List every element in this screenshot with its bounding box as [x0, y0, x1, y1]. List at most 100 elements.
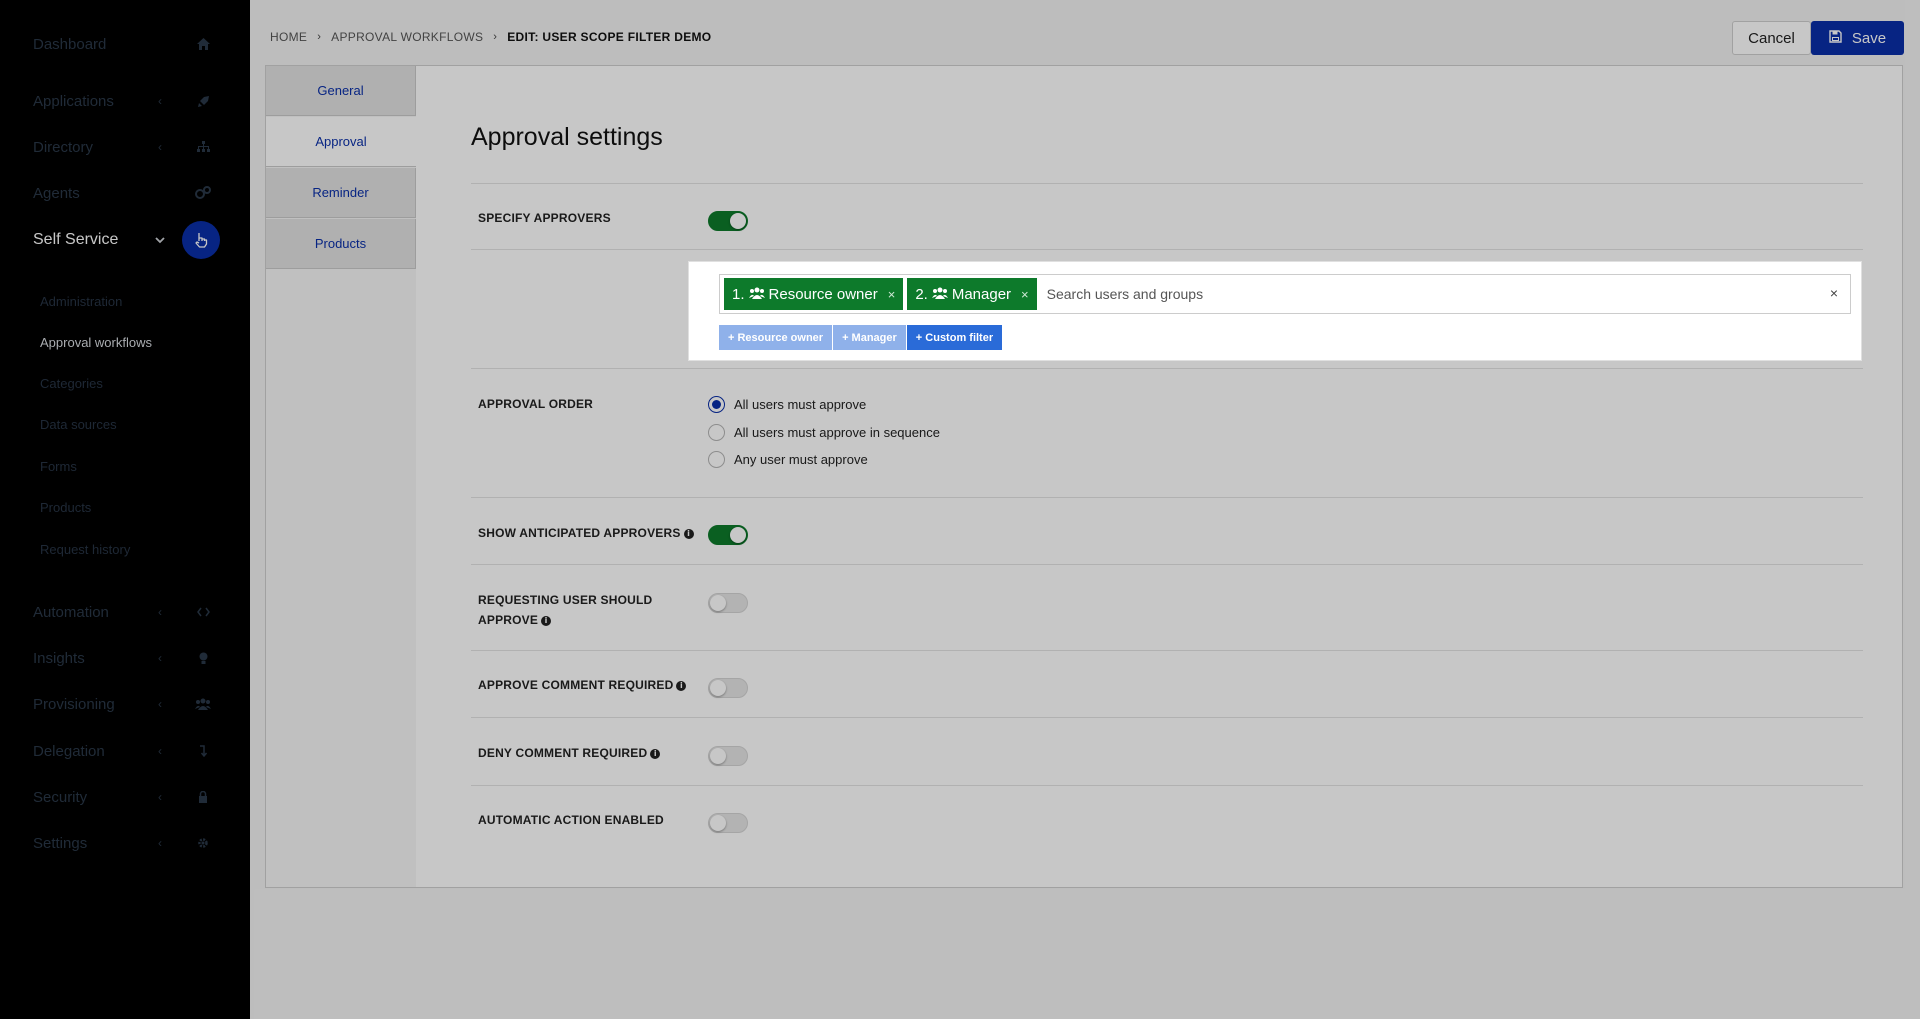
nav-item-insights[interactable]: Insights ‹ — [33, 643, 233, 673]
radio-label: All users must approve — [734, 397, 867, 412]
approval-order-label: APPROVAL ORDER — [478, 397, 594, 411]
tag-label: Manager — [951, 285, 1012, 303]
clear-icon[interactable]: × — [1830, 285, 1838, 301]
approver-selector: 1. Resource owner × 2. Manager × Search … — [688, 261, 1862, 361]
divider — [471, 183, 1863, 184]
divider — [471, 785, 1863, 786]
nav-item-applications[interactable]: Applications ‹ — [33, 86, 233, 116]
page-title: Approval settings — [471, 123, 663, 151]
save-label: Save — [1851, 29, 1887, 47]
radio-any-user-must-approve[interactable]: Any user must approve — [708, 451, 868, 468]
cancel-button[interactable]: Cancel — [1732, 21, 1811, 55]
level-down-icon — [193, 741, 213, 761]
remove-tag-icon[interactable]: × — [1021, 287, 1029, 302]
users-icon — [931, 287, 948, 302]
save-button[interactable]: Save — [1811, 21, 1904, 55]
chevron-right-icon: › — [493, 31, 498, 43]
info-icon[interactable]: i — [683, 529, 694, 539]
sidebar-sub-request-history[interactable]: Request history — [40, 542, 130, 557]
nav-item-provisioning[interactable]: Provisioning ‹ — [33, 689, 233, 719]
nav-item-dashboard[interactable]: Dashboard — [33, 29, 233, 59]
nav-item-agents[interactable]: Agents — [33, 178, 233, 208]
gear-icon — [193, 833, 213, 853]
add-manager-button[interactable]: + Manager — [833, 325, 906, 350]
chevron-left-icon: ‹ — [158, 94, 162, 108]
tab-products[interactable]: Products — [266, 219, 416, 269]
specify-approvers-toggle[interactable] — [708, 211, 748, 231]
chevron-down-icon — [153, 233, 167, 247]
tab-general[interactable]: General — [266, 66, 416, 116]
nav-item-delegation[interactable]: Delegation ‹ — [33, 736, 233, 766]
lock-icon — [193, 787, 213, 807]
requesting-user-approve-toggle[interactable] — [708, 593, 748, 613]
tag-index: 1. — [732, 285, 745, 303]
users-icon — [193, 694, 213, 714]
divider — [471, 249, 1863, 250]
approver-tag: 1. Resource owner × — [724, 278, 904, 310]
add-custom-filter-button[interactable]: + Custom filter — [906, 325, 1003, 350]
divider — [471, 650, 1863, 651]
users-icon — [748, 287, 765, 302]
radio-label: Any user must approve — [734, 452, 868, 467]
divider — [471, 564, 1863, 565]
breadcrumb-home[interactable]: HOME — [270, 30, 307, 44]
chevron-left-icon: ‹ — [158, 744, 162, 758]
label-line-2: APPROVE — [478, 613, 539, 627]
info-icon[interactable]: i — [676, 681, 687, 691]
lightbulb-icon — [193, 648, 213, 668]
radio-button[interactable] — [708, 451, 725, 468]
requesting-user-approve-label: REQUESTING USER SHOULD APPROVE i — [478, 590, 652, 630]
chevron-left-icon: ‹ — [158, 605, 162, 619]
sidebar-sub-products[interactable]: Products — [40, 500, 91, 515]
main-area: HOME › APPROVAL WORKFLOWS › EDIT: USER S… — [250, 0, 1920, 1019]
approve-comment-required-label: APPROVE COMMENT REQUIRED i — [478, 675, 687, 695]
automatic-action-enabled-label: AUTOMATIC ACTION ENABLED — [478, 813, 664, 827]
approver-tag-input[interactable]: 1. Resource owner × 2. Manager × Search … — [719, 274, 1851, 314]
code-icon — [193, 602, 213, 622]
sidebar: Dashboard Applications ‹ Directory ‹ Age… — [0, 0, 250, 1019]
approve-comment-required-toggle[interactable] — [708, 678, 748, 698]
tag-label: Resource owner — [768, 285, 878, 303]
label-line-1: REQUESTING USER SHOULD — [478, 593, 653, 607]
tag-index: 2. — [915, 285, 928, 303]
tab-reminder[interactable]: Reminder — [266, 168, 416, 218]
floppy-disk-icon — [1829, 29, 1842, 47]
radio-button[interactable] — [708, 424, 725, 441]
breadcrumb-current: EDIT: USER SCOPE FILTER DEMO — [507, 30, 712, 44]
sitemap-icon — [193, 137, 213, 157]
nav-item-self-service[interactable]: Self Service — [33, 221, 233, 259]
show-anticipated-approvers-toggle[interactable] — [708, 525, 748, 545]
workflow-panel: General Approval Reminder Products Appro… — [265, 65, 1903, 888]
sidebar-sub-categories[interactable]: Categories — [40, 376, 103, 391]
chevron-left-icon: ‹ — [158, 836, 162, 850]
radio-button[interactable] — [708, 396, 725, 413]
chevron-left-icon: ‹ — [158, 790, 162, 804]
automatic-action-enabled-toggle[interactable] — [708, 813, 748, 833]
radio-approve-in-sequence[interactable]: All users must approve in sequence — [708, 424, 940, 441]
tab-approval[interactable]: Approval — [266, 117, 429, 167]
sidebar-sub-data-sources[interactable]: Data sources — [40, 417, 117, 432]
nav-item-directory[interactable]: Directory ‹ — [33, 132, 233, 162]
chevron-right-icon: › — [317, 31, 322, 43]
search-users-input[interactable]: Search users and groups — [1047, 286, 1203, 302]
home-icon — [193, 34, 213, 54]
breadcrumb: HOME › APPROVAL WORKFLOWS › EDIT: USER S… — [270, 30, 711, 44]
info-icon[interactable]: i — [541, 616, 552, 626]
hand-pointer-icon — [182, 221, 220, 259]
add-resource-owner-button[interactable]: + Resource owner — [719, 325, 833, 350]
radio-label: All users must approve in sequence — [734, 425, 940, 440]
remove-tag-icon[interactable]: × — [888, 287, 896, 302]
deny-comment-required-toggle[interactable] — [708, 746, 748, 766]
nav-item-settings[interactable]: Settings ‹ — [33, 828, 233, 858]
sidebar-sub-approval-workflows[interactable]: Approval workflows — [40, 335, 152, 350]
radio-all-users-must-approve[interactable]: All users must approve — [708, 396, 866, 413]
label-text: SHOW ANTICIPATED APPROVERS — [478, 526, 681, 540]
nav-item-security[interactable]: Security ‹ — [33, 782, 233, 812]
info-icon[interactable]: i — [650, 749, 661, 759]
cogs-icon — [193, 183, 213, 203]
sidebar-sub-administration[interactable]: Administration — [40, 294, 122, 309]
label-text: DENY COMMENT REQUIRED — [478, 746, 648, 760]
sidebar-sub-forms[interactable]: Forms — [40, 459, 77, 474]
nav-item-automation[interactable]: Automation ‹ — [33, 597, 233, 627]
breadcrumb-approval-workflows[interactable]: APPROVAL WORKFLOWS — [331, 30, 483, 44]
